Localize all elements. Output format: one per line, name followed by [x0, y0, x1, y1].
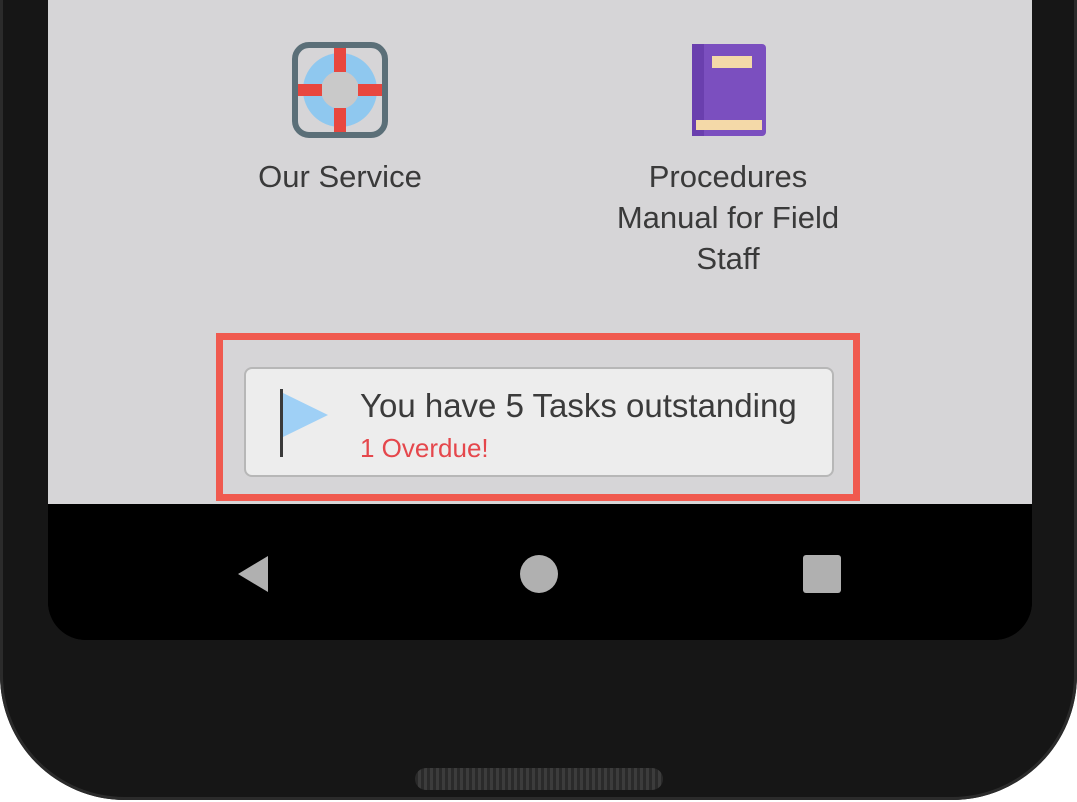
tile-label: Our Service: [258, 159, 422, 194]
tasks-banner-overdue: 1 Overdue!: [360, 433, 489, 463]
app-content: Our Service Procedures Manual for Field …: [48, 0, 1032, 504]
recents-icon[interactable]: [792, 544, 852, 604]
speaker-grille: [415, 768, 663, 790]
phone-screen: Our Service Procedures Manual for Field …: [48, 0, 1032, 640]
flag-icon: [280, 389, 330, 459]
tile-label: Procedures Manual for Field Staff: [616, 159, 840, 276]
phone-frame: Our Service Procedures Manual for Field …: [0, 0, 1077, 800]
android-nav-bar: [48, 504, 1032, 640]
book-icon: [678, 40, 778, 140]
lifebuoy-icon: [290, 40, 390, 140]
tasks-banner[interactable]: You have 5 Tasks outstanding 1 Overdue!: [244, 367, 834, 477]
tile-our-service[interactable]: Our Service: [240, 40, 440, 197]
back-icon[interactable]: [224, 544, 284, 604]
tasks-banner-title: You have 5 Tasks outstanding: [360, 387, 797, 424]
home-icon[interactable]: [509, 544, 569, 604]
tile-procedures-manual[interactable]: Procedures Manual for Field Staff: [608, 40, 848, 279]
